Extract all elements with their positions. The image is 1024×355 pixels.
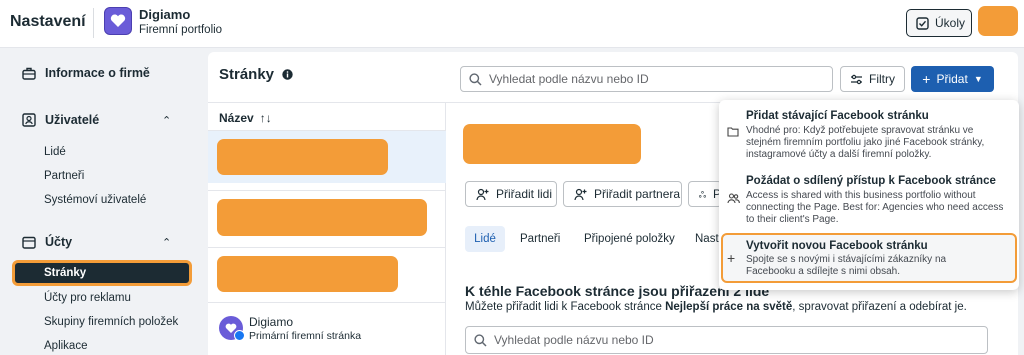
plus-icon: + xyxy=(922,71,931,87)
desc-page-name: Nejlepší práce na světě xyxy=(665,301,793,313)
connect-button[interactable]: P xyxy=(688,181,722,207)
chevron-up-icon[interactable]: ⌃ xyxy=(162,114,171,127)
search-icon xyxy=(469,72,482,86)
facebook-icon xyxy=(234,330,245,341)
search-icon xyxy=(474,333,487,347)
sidebar-label-pages: Stránky xyxy=(44,267,87,279)
chevron-up-icon[interactable]: ⌃ xyxy=(162,236,171,249)
menu-item-description: Spojte se s novými i stávajícími zákazní… xyxy=(746,254,947,277)
redacted-page-title xyxy=(463,124,641,164)
sidebar-item-ad-accounts[interactable]: Účty pro reklamu xyxy=(44,292,131,304)
sidebar-item-system-users[interactable]: Systémoví uživatelé xyxy=(44,194,146,206)
header-divider xyxy=(93,8,94,38)
info-icon[interactable] xyxy=(282,69,293,80)
section-description: Můžete přiřadit lidi k Facebook stránce … xyxy=(465,301,967,313)
tasks-label: Úkoly xyxy=(935,16,966,30)
sort-icon: ↑↓ xyxy=(259,111,272,125)
tasks-icon xyxy=(916,16,929,30)
tab-people[interactable]: Lidé xyxy=(465,226,505,252)
column-header-label: Název xyxy=(219,111,254,125)
sidebar-item-company-info[interactable]: Informace o firmě xyxy=(22,66,150,80)
caret-down-icon: ▼ xyxy=(973,74,983,84)
tab-partners[interactable]: Partneři xyxy=(520,226,560,252)
list-divider xyxy=(208,190,446,191)
assign-partner-button[interactable]: Přiřadit partnera xyxy=(563,181,682,207)
menu-item-description: Vhodné pro: Když potřebujete spravovat s… xyxy=(746,125,985,160)
business-logo xyxy=(104,7,132,35)
search-placeholder: Vyhledat podle názvu nebo ID xyxy=(489,72,649,86)
sidebar-label-company-info: Informace o firmě xyxy=(45,66,150,80)
sidebar-group-users[interactable]: Uživatelé xyxy=(22,113,99,127)
sidebar-label-accounts: Účty xyxy=(45,235,73,249)
people-icon xyxy=(727,193,740,207)
menu-item-title: Vytvořit novou Facebook stránku xyxy=(746,240,928,252)
sliders-icon xyxy=(851,74,862,84)
tasks-button[interactable]: Úkoly xyxy=(906,9,972,37)
redacted-page-name xyxy=(217,139,388,175)
sidebar-group-accounts[interactable]: Účty xyxy=(22,235,72,249)
plus-icon: + xyxy=(727,250,736,266)
list-divider xyxy=(208,302,446,303)
add-button[interactable]: + Přidat ▼ xyxy=(911,66,994,92)
id-card-icon xyxy=(22,113,36,127)
sidebar-item-pages[interactable] xyxy=(13,261,191,285)
sidebar-item-business-asset-groups[interactable]: Skupiny firemních položek xyxy=(44,316,178,328)
sidebar-label-users: Uživatelé xyxy=(45,113,100,127)
page-title-text: Stránky xyxy=(219,66,275,83)
list-divider xyxy=(208,247,446,248)
assign-people-button[interactable]: Přiřadit lidi xyxy=(465,181,557,207)
people-search-placeholder: Vyhledat podle názvu nebo ID xyxy=(494,333,654,347)
heart-icon xyxy=(110,14,126,27)
redacted-page-name[interactable] xyxy=(217,199,427,236)
tab-connected-assets[interactable]: Připojené položky xyxy=(584,226,675,252)
menu-item-title: Požádat o sdílený přístup k Facebook str… xyxy=(746,175,996,187)
redacted-page-name[interactable] xyxy=(217,256,398,292)
org-subtitle: Firemní portfolio xyxy=(139,24,223,36)
add-label: Přidat xyxy=(936,72,968,86)
search-input[interactable]: Vyhledat podle názvu nebo ID xyxy=(460,66,833,92)
sidebar-item-people[interactable]: Lidé xyxy=(44,146,66,158)
share-nodes-icon xyxy=(699,190,706,198)
org-name[interactable]: Digiamo xyxy=(139,7,190,22)
user-avatar[interactable] xyxy=(978,6,1018,36)
briefcase-icon xyxy=(22,67,36,80)
app-title: Nastavení xyxy=(10,13,86,30)
filters-label: Filtry xyxy=(869,72,895,86)
desc-prefix: Můžete přiřadit lidi k Facebook stránce xyxy=(465,301,666,313)
list-item-subtitle: Primární firemní stránka xyxy=(249,330,362,342)
sidebar-item-partners[interactable]: Partneři xyxy=(44,170,84,182)
menu-item-title: Přidat stávající Facebook stránku xyxy=(746,110,929,122)
people-search-input[interactable]: Vyhledat podle názvu nebo ID xyxy=(465,326,988,354)
filters-button[interactable]: Filtry xyxy=(840,66,905,92)
desc-suffix: , spravovat přiřazení a odebírat je. xyxy=(792,301,967,313)
assign-partner-label: Přiřadit partnera xyxy=(594,187,681,201)
assign-people-label: Přiřadit lidi xyxy=(496,187,553,201)
column-header-name[interactable]: Název ↑↓ xyxy=(219,111,272,125)
page-title: Stránky xyxy=(219,66,293,83)
folder-icon xyxy=(22,236,36,249)
add-person-icon xyxy=(476,188,489,200)
sidebar-item-apps[interactable]: Aplikace xyxy=(44,340,87,352)
folder-icon xyxy=(727,126,739,140)
add-person-icon xyxy=(574,188,587,200)
list-item-name[interactable]: Digiamo xyxy=(249,315,293,329)
menu-item-description: Access is shared with this business port… xyxy=(746,190,1004,225)
